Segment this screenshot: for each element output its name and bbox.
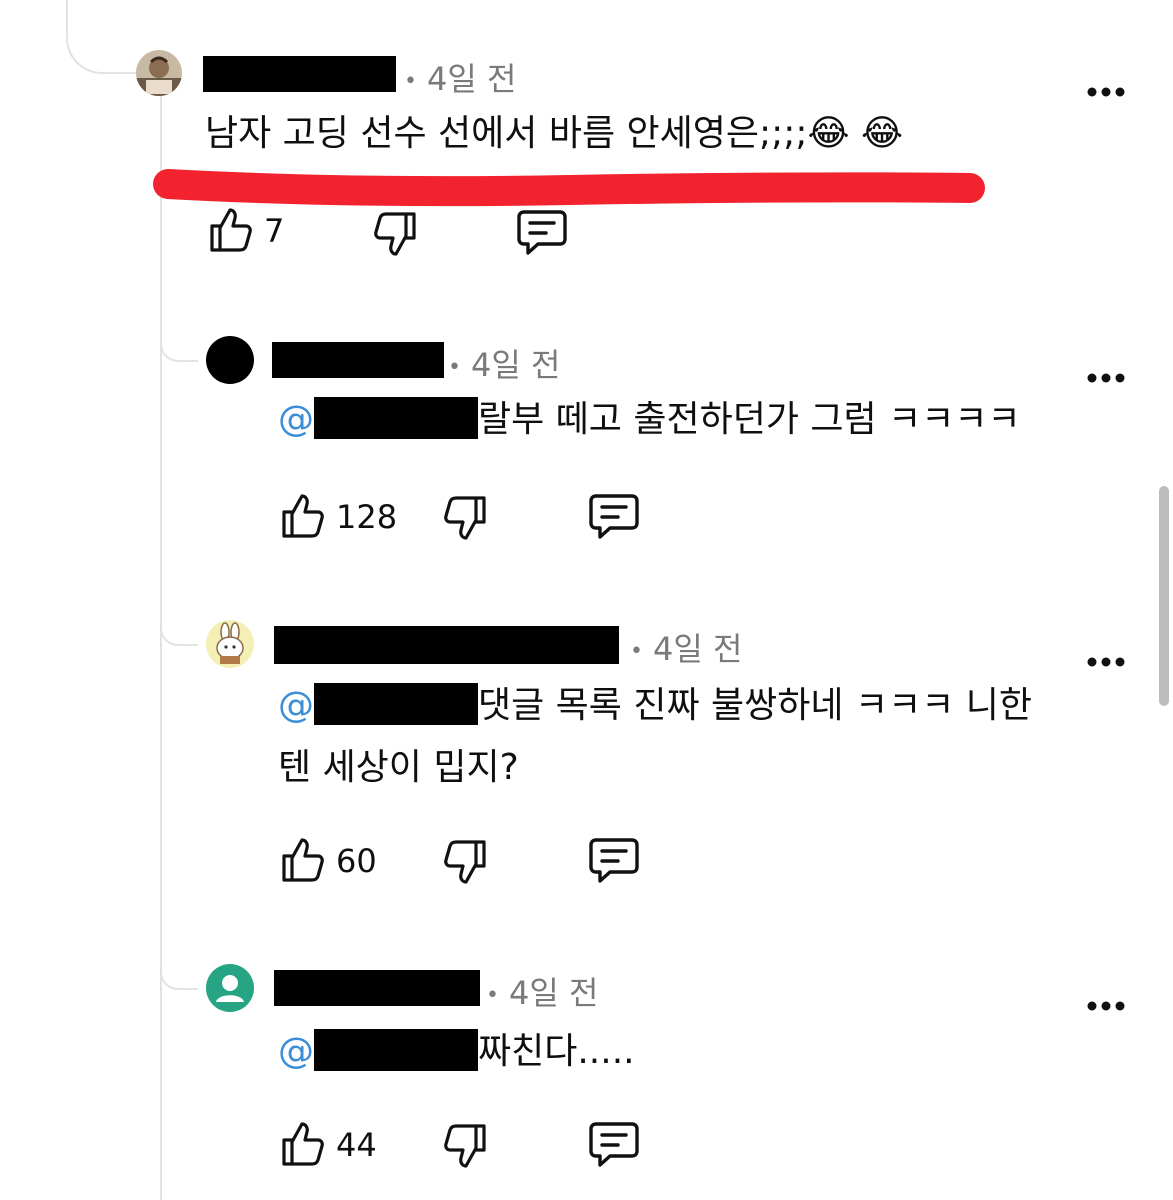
dislike-icon[interactable]	[442, 494, 490, 546]
like-count: 7	[264, 212, 285, 250]
more-options-icon[interactable]	[1087, 996, 1125, 1011]
redacted-username[interactable]	[203, 56, 396, 92]
mention[interactable]: @	[278, 399, 314, 440]
comment-time: • 4일 전	[404, 60, 517, 98]
comment-time: • 4일 전	[630, 630, 743, 668]
comment-text: @ 댓글 목록 진짜 불쌍하네 ㅋㅋㅋ 니한	[278, 683, 1033, 726]
redacted-username[interactable]	[272, 342, 444, 378]
mention[interactable]: @	[278, 1031, 314, 1072]
comment-time: • 4일 전	[448, 346, 561, 384]
more-options-icon[interactable]	[1087, 652, 1125, 667]
thread-connector	[66, 0, 138, 74]
avatar[interactable]	[206, 336, 254, 384]
red-underline-annotation	[153, 169, 985, 207]
reply-icon[interactable]	[588, 1120, 640, 1172]
redacted-mention	[314, 397, 478, 439]
comment-text-line2: 텐 세상이 밉지?	[278, 747, 519, 788]
reply-icon[interactable]	[588, 492, 640, 544]
dislike-icon[interactable]	[442, 1122, 490, 1174]
comment-text: 남자 고딩 선수 선에서 바름 안세영은;;;;😂 😂	[205, 113, 904, 154]
like-icon[interactable]	[278, 492, 326, 544]
comment-time: • 4일 전	[486, 974, 599, 1012]
like-count: 128	[336, 498, 398, 536]
like-icon[interactable]	[278, 1120, 326, 1172]
reply-connector	[160, 614, 198, 646]
like-icon[interactable]	[206, 206, 254, 258]
comment-text: @ 짜친다.....	[278, 1029, 635, 1072]
reply-connector	[160, 958, 198, 990]
dislike-icon[interactable]	[442, 838, 490, 890]
redacted-mention	[314, 1029, 478, 1071]
avatar[interactable]	[136, 50, 182, 96]
avatar[interactable]	[206, 964, 254, 1012]
mention[interactable]: @	[278, 685, 314, 726]
reply-icon[interactable]	[516, 208, 568, 260]
comment-text: @ 랄부 떼고 출전하던가 그럼 ㅋㅋㅋㅋ	[278, 397, 1021, 440]
reply-connector	[160, 330, 198, 362]
like-count: 44	[336, 1126, 377, 1164]
scrollbar[interactable]	[1159, 486, 1169, 706]
like-icon[interactable]	[278, 836, 326, 888]
redacted-username[interactable]	[274, 626, 619, 664]
thread-line	[160, 75, 162, 1200]
redacted-mention	[314, 683, 478, 725]
reply-icon[interactable]	[588, 836, 640, 888]
dislike-icon[interactable]	[372, 210, 420, 262]
more-options-icon[interactable]	[1087, 368, 1125, 383]
more-options-icon[interactable]	[1087, 82, 1125, 97]
emoji: 😂 😂	[807, 113, 904, 154]
like-count: 60	[336, 842, 377, 880]
redacted-username[interactable]	[274, 970, 480, 1006]
avatar[interactable]	[206, 620, 254, 668]
